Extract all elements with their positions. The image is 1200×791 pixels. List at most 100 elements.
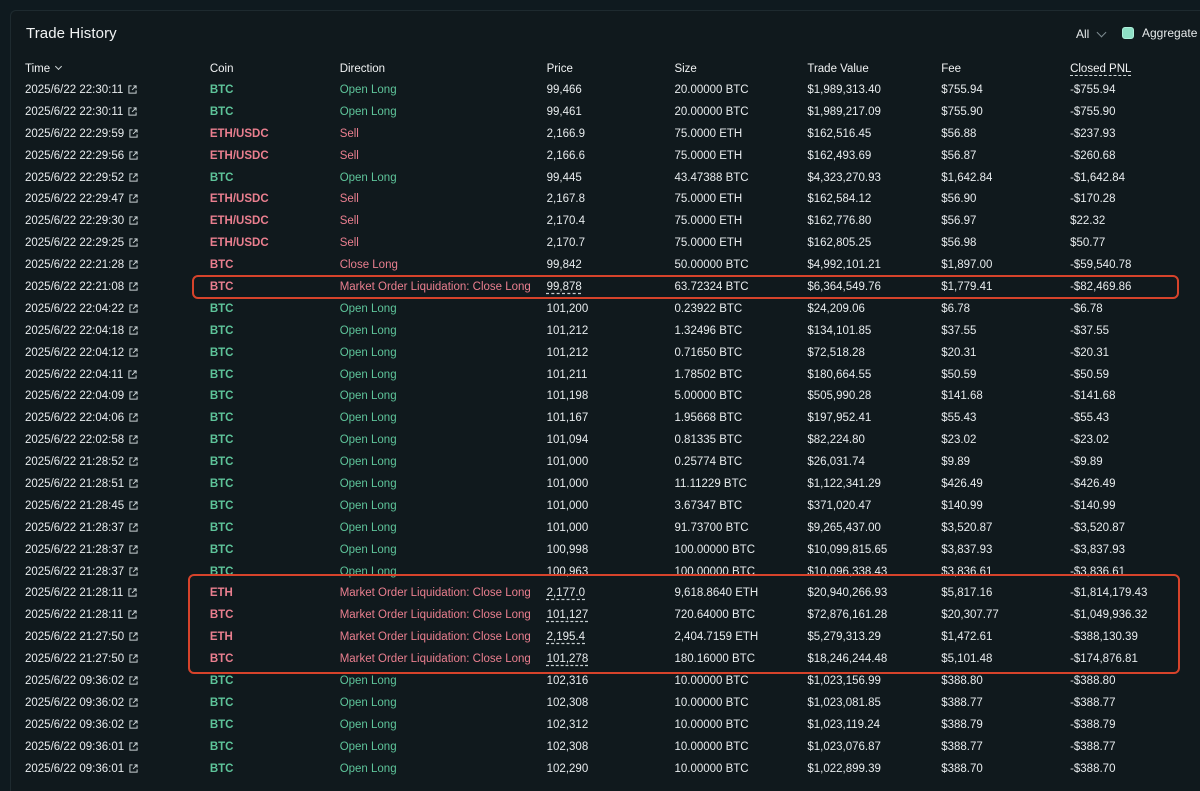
- external-link-icon[interactable]: [129, 720, 138, 729]
- table-row: 2025/6/22 22:04:18 BTC Open Long 101,212 1.3…: [25, 320, 1200, 342]
- coin-text[interactable]: ETH/USDC: [210, 215, 269, 227]
- coin-text[interactable]: BTC: [210, 697, 234, 709]
- cell-trade-value: $4,323,270.93: [807, 171, 881, 184]
- external-link-icon[interactable]: [129, 326, 138, 335]
- coin-text[interactable]: BTC: [210, 390, 234, 402]
- coin-text[interactable]: ETH: [210, 631, 233, 643]
- cell-trade-value: $1,022,899.39: [807, 762, 881, 775]
- coin-text[interactable]: ETH: [210, 587, 233, 599]
- external-link-icon[interactable]: [129, 435, 138, 444]
- coin-text[interactable]: BTC: [210, 544, 234, 556]
- coin-text[interactable]: BTC: [210, 434, 234, 446]
- external-link-icon[interactable]: [128, 107, 137, 116]
- coin-text[interactable]: BTC: [210, 281, 234, 293]
- price-text[interactable]: 99,878: [547, 281, 582, 293]
- price-text[interactable]: 2,177.0: [547, 587, 585, 599]
- external-link-icon[interactable]: [129, 172, 138, 182]
- coin-text[interactable]: BTC: [210, 566, 234, 578]
- price-text[interactable]: 2,195.4: [547, 631, 585, 643]
- coin-text[interactable]: BTC: [210, 84, 234, 96]
- coin-text[interactable]: BTC: [210, 347, 234, 359]
- price-text: 102,290: [546, 762, 589, 775]
- coin-text[interactable]: ETH/USDC: [210, 150, 269, 162]
- cell-trade-value: $10,096,338.43: [807, 565, 888, 578]
- cell-coin: ETH/USDC: [210, 210, 340, 232]
- cell-size: 91.73700 BTC: [674, 521, 749, 534]
- aggregate-toggle[interactable]: Aggregate: [1122, 26, 1197, 40]
- coin-text[interactable]: BTC: [210, 106, 234, 118]
- external-link-icon[interactable]: [129, 763, 138, 773]
- external-link-icon[interactable]: [129, 194, 138, 203]
- external-link-icon[interactable]: [129, 566, 138, 576]
- external-link-icon[interactable]: [128, 588, 137, 598]
- external-link-icon[interactable]: [129, 304, 138, 313]
- cell-size: 43.47388 BTC: [674, 171, 749, 184]
- coin-text[interactable]: BTC: [210, 741, 234, 753]
- external-link-icon[interactable]: [129, 523, 138, 532]
- coin-text[interactable]: BTC: [210, 303, 234, 315]
- cell-price: 101,212: [547, 342, 675, 364]
- cell-trade-value: $1,122,341.29: [807, 477, 881, 490]
- external-link-icon[interactable]: [129, 129, 138, 138]
- external-link-icon[interactable]: [128, 85, 137, 94]
- cell-fee: $388.80: [941, 674, 983, 687]
- coin-text[interactable]: BTC: [210, 456, 234, 468]
- external-link-icon[interactable]: [129, 391, 138, 401]
- cell-fee: $6.78: [941, 302, 970, 315]
- coin-text[interactable]: BTC: [210, 172, 234, 184]
- cell-size: 1.32496 BTC: [674, 324, 743, 337]
- external-link-icon[interactable]: [129, 654, 138, 663]
- external-link-icon[interactable]: [128, 610, 137, 619]
- external-link-icon[interactable]: [129, 698, 138, 707]
- aggregate-checkbox[interactable]: [1122, 27, 1134, 39]
- column-header-fee: Fee: [941, 62, 962, 75]
- coin-text[interactable]: BTC: [210, 500, 234, 512]
- table-row: 2025/6/22 09:36:01 BTC Open Long 102,308 10.…: [25, 736, 1200, 758]
- external-link-icon[interactable]: [128, 369, 137, 379]
- external-link-icon[interactable]: [129, 282, 138, 291]
- coin-text[interactable]: BTC: [210, 412, 234, 424]
- external-link-icon[interactable]: [129, 413, 138, 422]
- external-link-icon[interactable]: [129, 216, 138, 225]
- price-text[interactable]: 101,278: [547, 653, 589, 665]
- coin-text[interactable]: BTC: [210, 259, 234, 271]
- external-link-icon[interactable]: [129, 260, 138, 269]
- table-header-row: Time Coin Direction Price Size Trade Val…: [25, 58, 1200, 79]
- price-text[interactable]: 101,127: [547, 609, 589, 621]
- coin-text[interactable]: BTC: [210, 653, 234, 665]
- external-link-icon[interactable]: [129, 479, 138, 488]
- coin-text[interactable]: BTC: [210, 522, 234, 534]
- external-link-icon[interactable]: [129, 676, 138, 685]
- external-link-icon[interactable]: [129, 632, 138, 641]
- filter-dropdown[interactable]: All: [1076, 27, 1107, 41]
- time-text: 2025/6/22 22:04:06: [25, 412, 125, 425]
- table-row: 2025/6/22 09:36:02 BTC Open Long 102,316 10.…: [25, 670, 1200, 692]
- coin-text[interactable]: BTC: [210, 609, 234, 621]
- cell-time: 2025/6/22 22:29:59: [25, 123, 210, 145]
- external-link-icon[interactable]: [129, 238, 138, 247]
- cell-trade-value: $10,099,815.65: [807, 543, 888, 556]
- coin-text[interactable]: BTC: [210, 719, 234, 731]
- cell-direction: Market Order Liquidation: Close Long: [339, 609, 531, 622]
- cell-time: 2025/6/22 22:04:12: [25, 342, 210, 364]
- column-header-closed-pnl[interactable]: Closed PNL: [1070, 58, 1200, 79]
- external-link-icon[interactable]: [129, 151, 138, 160]
- coin-text[interactable]: BTC: [210, 325, 234, 337]
- coin-text[interactable]: BTC: [210, 369, 234, 381]
- coin-text[interactable]: BTC: [210, 478, 234, 490]
- coin-text[interactable]: BTC: [210, 763, 234, 775]
- cell-closed-pnl: -$3,520.87: [1070, 521, 1126, 534]
- cell-direction: Open Long: [339, 368, 397, 381]
- column-header-time[interactable]: Time: [25, 58, 210, 79]
- cell-direction: Sell: [339, 215, 359, 228]
- external-link-icon[interactable]: [129, 501, 138, 510]
- external-link-icon[interactable]: [129, 545, 138, 554]
- coin-text[interactable]: ETH/USDC: [210, 237, 269, 249]
- coin-text[interactable]: ETH/USDC: [210, 193, 269, 205]
- coin-text[interactable]: BTC: [210, 675, 234, 687]
- coin-text[interactable]: ETH/USDC: [210, 128, 269, 140]
- external-link-icon[interactable]: [129, 348, 138, 357]
- external-link-icon[interactable]: [129, 457, 138, 466]
- cell-time: 2025/6/22 22:04:18: [25, 320, 210, 342]
- external-link-icon[interactable]: [129, 742, 138, 751]
